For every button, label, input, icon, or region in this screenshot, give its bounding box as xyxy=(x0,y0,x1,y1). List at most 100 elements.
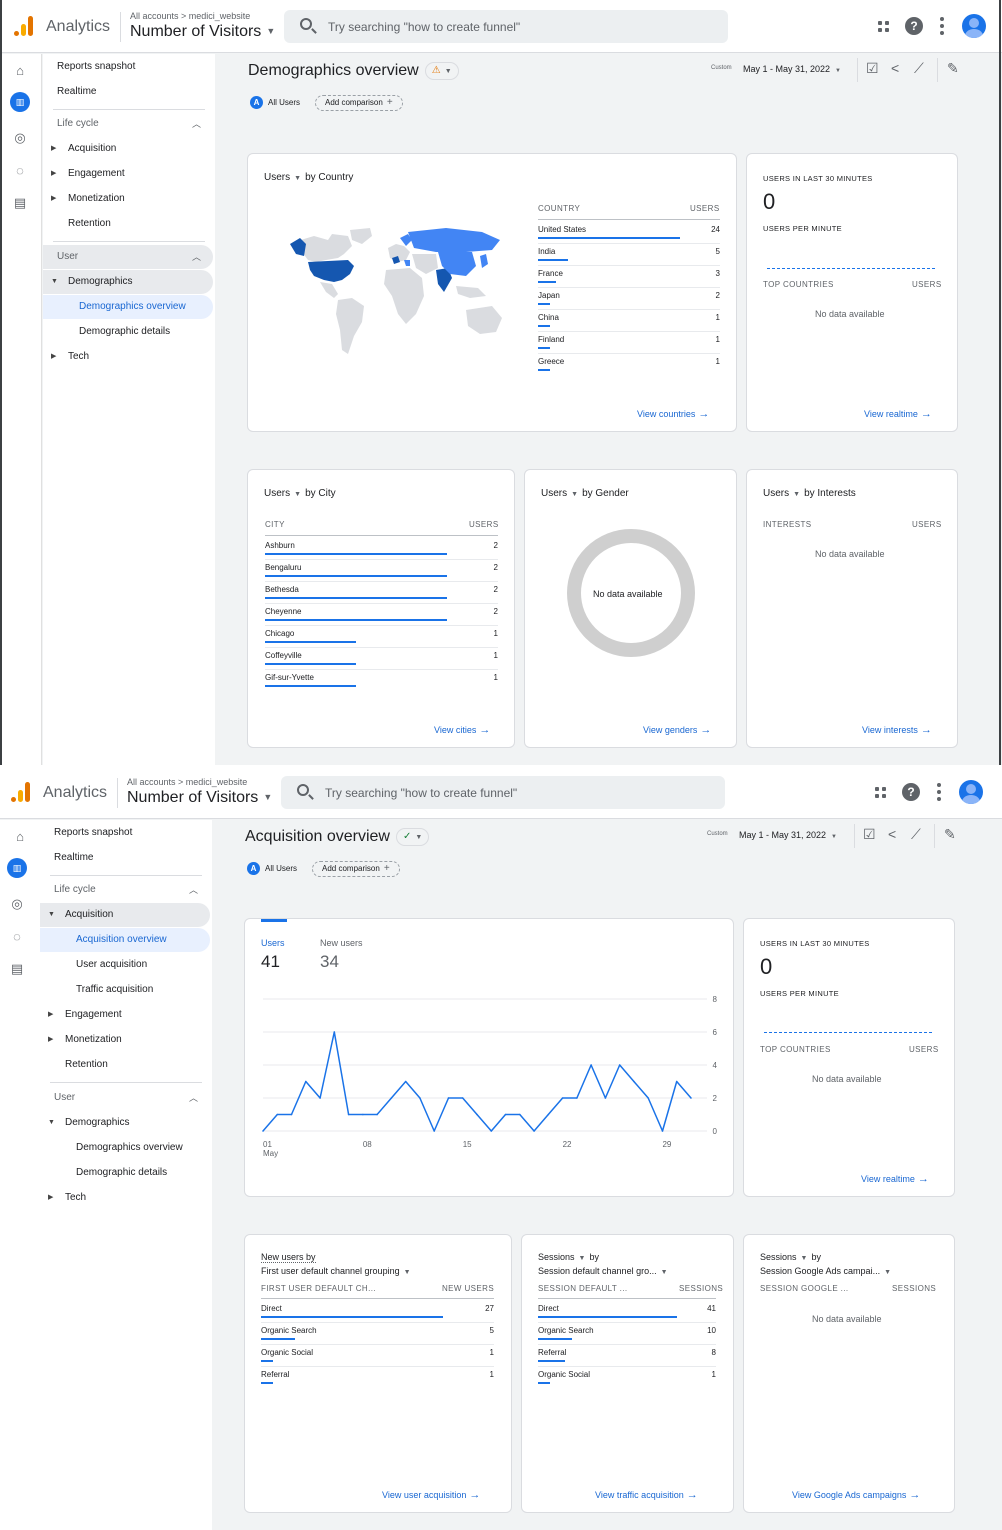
card-title[interactable]: Users ▼ by City xyxy=(264,488,336,499)
table-row[interactable]: Organic Social 1 xyxy=(538,1367,716,1389)
nav-tech[interactable]: ▶ Tech xyxy=(40,1186,210,1210)
card-title-line1[interactable]: New users by xyxy=(261,1252,316,1263)
account-breadcrumb[interactable]: All accounts > medici_website xyxy=(130,11,250,21)
view-cities-link[interactable]: View cities → xyxy=(434,724,490,736)
table-row[interactable]: Referral 8 xyxy=(538,1345,716,1367)
table-row[interactable]: Gif-sur-Yvette 1 xyxy=(265,670,498,692)
table-row[interactable]: Bethesda 2 xyxy=(265,582,498,604)
nav-demographics[interactable]: ▼ Demographics xyxy=(40,1111,210,1135)
table-row[interactable]: Greece 1 xyxy=(538,354,720,376)
metric-selector[interactable]: Sessions ▼ by xyxy=(760,1252,821,1262)
more-vert-icon[interactable] xyxy=(940,17,944,35)
date-range-picker[interactable]: May 1 - May 31, 2022 ▼ xyxy=(743,64,841,74)
title-status-menu[interactable]: ⚠ ▼ xyxy=(424,62,459,80)
nav-demographics[interactable]: ▼ Demographics xyxy=(43,270,213,294)
share-icon[interactable]: < xyxy=(888,826,896,842)
table-row[interactable]: India 5 xyxy=(538,244,720,266)
nav-acquisition[interactable]: ▶ Acquisition xyxy=(43,137,213,161)
insights-icon[interactable]: ⟋ xyxy=(911,826,921,843)
view-user-acquisition-link[interactable]: View user acquisition → xyxy=(382,1489,480,1501)
customize-report-icon[interactable]: ☑ xyxy=(863,826,876,843)
more-vert-icon[interactable] xyxy=(937,783,941,801)
apps-grid-icon[interactable] xyxy=(878,21,890,33)
explore-icon[interactable]: ◎ xyxy=(8,895,26,913)
share-icon[interactable]: < xyxy=(891,60,899,76)
home-icon[interactable]: ⌂ xyxy=(11,828,29,846)
map-mexico[interactable] xyxy=(320,282,338,298)
map-japan[interactable] xyxy=(480,254,488,268)
table-row[interactable]: China 1 xyxy=(538,310,720,332)
analytics-logo-icon[interactable] xyxy=(14,16,34,36)
table-row[interactable]: Organic Search 5 xyxy=(261,1323,494,1345)
advertising-icon[interactable]: ◌ xyxy=(8,928,26,946)
nav-section-life-cycle[interactable]: Life cycle ︿ xyxy=(40,878,210,902)
nav-retention[interactable]: Retention xyxy=(43,212,213,236)
view-google-ads-campaigns-link[interactable]: View Google Ads campaigns → xyxy=(792,1489,920,1501)
view-realtime-link[interactable]: View realtime → xyxy=(861,1173,929,1185)
nav-engagement[interactable]: ▶ Engagement xyxy=(40,1003,210,1027)
reports-icon[interactable]: ▥ xyxy=(10,92,30,112)
map-middle-east[interactable] xyxy=(412,254,438,274)
table-row[interactable]: Finland 1 xyxy=(538,332,720,354)
help-icon[interactable]: ? xyxy=(905,17,923,35)
table-row[interactable]: Cheyenne 2 xyxy=(265,604,498,626)
card-title[interactable]: Users ▼ by Gender xyxy=(541,488,629,499)
nav-traffic-acquisition[interactable]: Traffic acquisition xyxy=(40,978,210,1002)
map-south-america[interactable] xyxy=(336,298,364,354)
tab-users-label[interactable]: Users xyxy=(261,938,285,948)
table-row[interactable]: Direct 41 xyxy=(538,1301,716,1323)
search-bar[interactable]: Try searching "how to create funnel" xyxy=(281,776,725,809)
view-realtime-link[interactable]: View realtime → xyxy=(864,408,932,420)
nav-acquisition-overview[interactable]: Acquisition overview xyxy=(40,928,210,952)
edit-pencil-icon[interactable]: ✎ xyxy=(944,826,956,843)
reports-icon[interactable]: ▥ xyxy=(7,858,27,878)
apps-grid-icon[interactable] xyxy=(875,787,887,799)
view-interests-link[interactable]: View interests → xyxy=(862,724,932,736)
title-status-menu[interactable]: ✓ ▼ xyxy=(395,828,430,846)
nav-monetization[interactable]: ▶ Monetization xyxy=(43,187,213,211)
table-row[interactable]: Organic Social 1 xyxy=(261,1345,494,1367)
nav-section-user[interactable]: User ︿ xyxy=(40,1086,210,1110)
map-southeast-asia[interactable] xyxy=(456,286,486,298)
nav-reports-snapshot[interactable]: Reports snapshot xyxy=(43,55,213,79)
table-row[interactable]: Direct 27 xyxy=(261,1301,494,1323)
nav-acquisition[interactable]: ▼ Acquisition xyxy=(40,903,210,927)
account-breadcrumb[interactable]: All accounts > medici_website xyxy=(127,777,247,787)
view-traffic-acquisition-link[interactable]: View traffic acquisition → xyxy=(595,1489,698,1501)
table-row[interactable]: Ashburn 2 xyxy=(265,538,498,560)
nav-demographics-overview[interactable]: Demographics overview xyxy=(43,295,213,319)
table-row[interactable]: Coffeyville 1 xyxy=(265,648,498,670)
all-users-chip[interactable]: A All Users xyxy=(250,96,300,109)
dimension-selector[interactable]: Session Google Ads campai... ▼ xyxy=(760,1266,891,1276)
world-map[interactable] xyxy=(286,226,522,370)
account-avatar[interactable] xyxy=(962,14,986,38)
nav-realtime[interactable]: Realtime xyxy=(40,846,210,870)
nav-reports-snapshot[interactable]: Reports snapshot xyxy=(40,821,210,845)
view-countries-link[interactable]: View countries → xyxy=(637,408,709,420)
advertising-icon[interactable]: ◌ xyxy=(11,162,29,180)
nav-user-acquisition[interactable]: User acquisition xyxy=(40,953,210,977)
nav-demographics-overview[interactable]: Demographics overview xyxy=(40,1136,210,1160)
property-selector[interactable]: Number of Visitors ▼ xyxy=(130,23,275,41)
all-users-chip[interactable]: A All Users xyxy=(247,862,297,875)
nav-demographic-details[interactable]: Demographic details xyxy=(43,320,213,344)
home-icon[interactable]: ⌂ xyxy=(11,62,29,80)
dimension-selector[interactable]: Session default channel gro... ▼ xyxy=(538,1266,668,1276)
nav-demographic-details[interactable]: Demographic details xyxy=(40,1161,210,1185)
add-comparison-button[interactable]: Add comparison + xyxy=(315,95,403,111)
nav-section-user[interactable]: User ︿ xyxy=(43,245,213,269)
map-united-states[interactable] xyxy=(308,260,354,282)
metric-selector[interactable]: Sessions ▼ by xyxy=(538,1252,599,1262)
nav-tech[interactable]: ▶ Tech xyxy=(43,345,213,369)
table-row[interactable]: Organic Search 10 xyxy=(538,1323,716,1345)
card-title[interactable]: Users ▼ by Interests xyxy=(763,488,856,499)
explore-icon[interactable]: ◎ xyxy=(11,129,29,147)
nav-monetization[interactable]: ▶ Monetization xyxy=(40,1028,210,1052)
nav-engagement[interactable]: ▶ Engagement xyxy=(43,162,213,186)
tab-new-users-label[interactable]: New users xyxy=(320,938,363,948)
card-title[interactable]: Users ▼ by Country xyxy=(264,172,353,183)
search-bar[interactable]: Try searching "how to create funnel" xyxy=(284,10,728,43)
users-line-chart[interactable]: 0 2 4 6 8 01May 08 15 22 29 xyxy=(245,989,733,1164)
map-russia[interactable] xyxy=(408,228,500,252)
dimension-selector[interactable]: First user default channel grouping ▼ xyxy=(261,1266,411,1276)
